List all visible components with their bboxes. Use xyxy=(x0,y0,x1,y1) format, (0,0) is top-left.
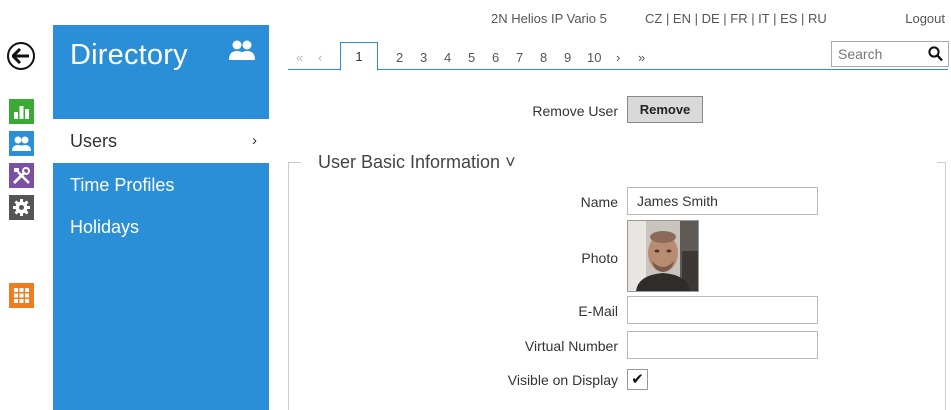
sidebar-item-label: Time Profiles xyxy=(70,175,175,195)
page-5-button[interactable]: 5 xyxy=(468,50,475,65)
visible-on-display-label: Visible on Display xyxy=(507,372,618,388)
page-1-button[interactable]: 1 xyxy=(340,42,378,71)
visible-on-display-checkbox[interactable]: ✔ xyxy=(627,369,648,390)
directory-users-icon[interactable] xyxy=(9,131,34,156)
hardware-tools-icon[interactable] xyxy=(9,163,34,188)
virtual-number-label: Virtual Number xyxy=(524,338,618,354)
remove-button[interactable]: Remove xyxy=(627,96,703,123)
remove-user-label: Remove User xyxy=(532,103,618,119)
next-page-button[interactable]: › xyxy=(616,50,620,65)
search-input[interactable] xyxy=(838,43,928,65)
sidebar-item-label: Users xyxy=(70,131,118,151)
checkmark-icon: ✔ xyxy=(631,371,644,388)
services-grid-icon[interactable] xyxy=(9,283,34,308)
sidebar-item-time-profiles[interactable]: Time Profiles xyxy=(53,163,269,207)
last-page-button[interactable]: » xyxy=(638,50,645,65)
user-photo[interactable] xyxy=(627,220,699,292)
page-9-button[interactable]: 9 xyxy=(564,50,571,65)
sidebar-item-users[interactable]: Users › xyxy=(53,119,269,163)
back-icon[interactable] xyxy=(7,42,35,70)
photo-label: Photo xyxy=(581,250,618,266)
sidebar-item-holidays[interactable]: Holidays xyxy=(53,205,269,249)
name-input[interactable]: James Smith xyxy=(627,187,818,215)
chevron-right-icon: › xyxy=(252,132,257,149)
virtual-number-field[interactable] xyxy=(627,331,818,359)
user-pagination: « ‹ 1 2 3 4 5 6 7 8 9 10 › » xyxy=(288,40,949,71)
search-box[interactable] xyxy=(831,41,949,67)
icon-rail xyxy=(0,0,38,410)
status-chart-icon[interactable] xyxy=(9,99,34,124)
section-title[interactable]: User Basic Information ˅ xyxy=(318,152,516,173)
sidebar-title: Directory xyxy=(70,39,188,71)
name-label: Name xyxy=(580,194,618,210)
sidebar-item-label: Holidays xyxy=(70,217,140,237)
page-4-button[interactable]: 4 xyxy=(444,50,451,65)
first-page-button[interactable]: « xyxy=(296,50,303,65)
settings-gear-icon[interactable] xyxy=(9,195,34,220)
prev-page-button[interactable]: ‹ xyxy=(318,50,322,65)
directory-sidebar: Directory Users › Time Profiles Holidays xyxy=(53,25,269,410)
page-6-button[interactable]: 6 xyxy=(492,50,499,65)
page-10-button[interactable]: 10 xyxy=(587,50,601,65)
page-8-button[interactable]: 8 xyxy=(540,50,547,65)
device-name: 2N Helios IP Vario 5 xyxy=(491,11,607,26)
search-icon[interactable] xyxy=(928,46,943,67)
users-icon xyxy=(229,39,255,66)
email-field[interactable] xyxy=(627,296,818,324)
page-7-button[interactable]: 7 xyxy=(516,50,523,65)
language-switcher[interactable]: CZ | EN | DE | FR | IT | ES | RU xyxy=(645,11,827,26)
email-label: E-Mail xyxy=(578,303,618,319)
page-2-button[interactable]: 2 xyxy=(396,50,403,65)
page-3-button[interactable]: 3 xyxy=(420,50,427,65)
logout-link[interactable]: Logout xyxy=(905,11,945,26)
